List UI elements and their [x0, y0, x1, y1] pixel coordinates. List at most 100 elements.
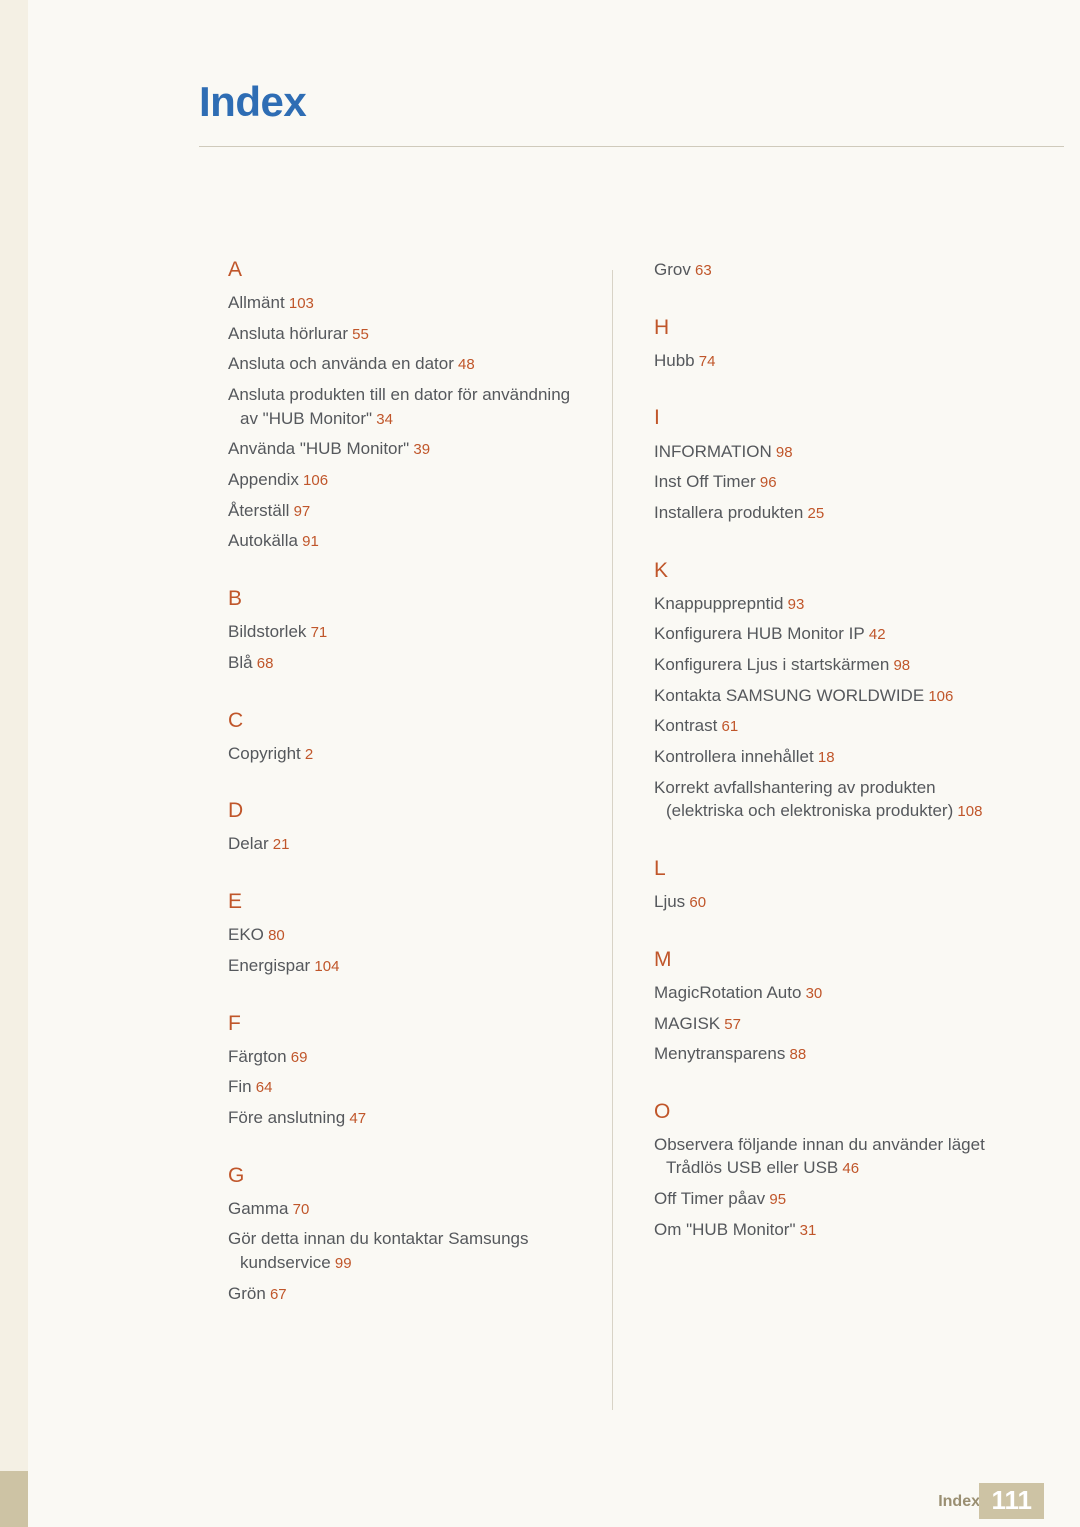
index-entry[interactable]: Om "HUB Monitor" 31 [654, 1218, 1054, 1242]
index-entry-page: 71 [306, 624, 328, 642]
index-entry-page: 69 [286, 1048, 308, 1066]
index-letter-heading: I [654, 406, 660, 430]
index-entry[interactable]: Använda "HUB Monitor" 39 [228, 437, 598, 461]
index-entry-text: EKO [228, 925, 264, 945]
index-entry-text: Hubb [654, 350, 695, 370]
index-entry[interactable]: Före anslutning 47 [228, 1106, 598, 1130]
index-entry-page: 67 [265, 1285, 287, 1303]
index-entry-page: 93 [783, 595, 805, 613]
index-entry[interactable]: Copyright 2 [228, 742, 598, 766]
index-entry-text: Färgton [228, 1046, 287, 1066]
index-entry-text: Observera följande innan du använder läg… [654, 1135, 985, 1155]
index-entry[interactable]: Ansluta och använda en dator 48 [228, 352, 598, 376]
index-entry[interactable]: Observera följande innan du använder läg… [654, 1133, 1054, 1180]
page-footer: Index 111 [0, 1471, 1080, 1527]
index-entry[interactable]: Gör detta innan du kontaktar Samsungs kun… [228, 1227, 598, 1274]
index-entry-text-continued: kundservice 99 [240, 1252, 352, 1272]
index-entry[interactable]: Appendix 106 [228, 468, 598, 492]
index-entry[interactable]: Kontakta SAMSUNG WORLDWIDE 106 [654, 684, 1054, 708]
index-entry-text: Konfigurera Ljus i startskärmen [654, 655, 890, 675]
index-entry[interactable]: Färgton 69 [228, 1045, 598, 1069]
index-entry[interactable]: Grov 63 [654, 258, 1054, 282]
index-letter-heading: O [654, 1099, 671, 1123]
index-entry[interactable]: Autokälla 91 [228, 529, 598, 553]
index-entry[interactable]: Installera produkten 25 [654, 501, 1054, 525]
index-entry-page: 80 [263, 927, 285, 945]
index-entry[interactable]: MagicRotation Auto 30 [654, 981, 1054, 1005]
index-entry[interactable]: Konfigurera HUB Monitor IP 42 [654, 622, 1054, 646]
index-entry-page: 2 [300, 745, 314, 763]
index-entry-text: Korrekt avfallshantering av produkten [654, 777, 936, 797]
index-entry[interactable]: Fin 64 [228, 1075, 598, 1099]
index-entry-text: Gör detta innan du kontaktar Samsungs [228, 1229, 529, 1249]
index-entry[interactable]: Ljus 60 [654, 890, 1054, 914]
index-entry[interactable]: Återställ 97 [228, 499, 598, 523]
index-entry[interactable]: Ansluta produkten till en dator för anvä… [228, 383, 598, 430]
index-entry-text: Ansluta hörlurar [228, 323, 349, 343]
index-entry-text: Före anslutning [228, 1108, 346, 1128]
index-entry[interactable]: Menytransparens 88 [654, 1042, 1054, 1066]
index-letter-heading: B [228, 587, 243, 611]
index-letter-heading: F [228, 1011, 241, 1035]
index-entry[interactable]: Knappupprepntid 93 [654, 592, 1054, 616]
index-entry[interactable]: Bildstorlek 71 [228, 620, 598, 644]
index-entry[interactable]: Grön 67 [228, 1282, 598, 1306]
index-entry[interactable]: Allmänt 103 [228, 291, 598, 315]
index-entry[interactable]: Hubb 74 [654, 349, 1054, 373]
index-entry-page: 64 [251, 1079, 273, 1097]
index-letter-heading: D [228, 799, 244, 823]
index-entry-page: 95 [765, 1191, 787, 1209]
index-entry-page: 55 [348, 325, 369, 343]
index-column-right: Grov 63 H Hubb 74 I INFORMATION 98 Inst Off T… [654, 258, 1054, 1249]
index-entry-page: 68 [252, 654, 274, 672]
index-entry-text: Copyright [228, 743, 301, 763]
index-entry-text: Ljus [654, 892, 686, 912]
index-entry[interactable]: Kontrollera innehållet 18 [654, 745, 1054, 769]
index-entry[interactable]: Inst Off Timer 96 [654, 470, 1054, 494]
index-entry-text: Ansluta och använda en dator [228, 354, 454, 374]
index-entry[interactable]: EKO 80 [228, 923, 598, 947]
index-letter-heading: C [228, 708, 244, 732]
index-entry-text: Installera produkten [654, 502, 804, 522]
index-entry[interactable]: Energispar 104 [228, 954, 598, 978]
index-entry[interactable]: Korrekt avfallshantering av produkten (el… [654, 776, 1054, 823]
index-entry-page: 91 [297, 533, 319, 551]
index-entry-page: 42 [864, 626, 886, 644]
index-entry[interactable]: Konfigurera Ljus i startskärmen 98 [654, 653, 1054, 677]
index-entry[interactable]: Off Timer påav 95 [654, 1187, 1054, 1211]
footer-left-strip [0, 1471, 28, 1527]
index-entry-page: 99 [330, 1254, 352, 1272]
index-entry-text: Grön [228, 1283, 266, 1303]
index-entry-text: Gamma [228, 1198, 289, 1218]
footer-page-number: 111 [979, 1483, 1044, 1519]
index-entry-page: 98 [771, 443, 793, 461]
index-entry-page: 25 [803, 504, 825, 522]
index-entry-page: 18 [813, 749, 835, 767]
index-entry[interactable]: Gamma 70 [228, 1197, 598, 1221]
index-entry-text: INFORMATION [654, 441, 772, 461]
index-entry-page: 96 [755, 474, 777, 492]
index-entry-text: Grov [654, 260, 691, 279]
index-letter-heading: M [654, 947, 672, 971]
index-column-left: A Allmänt 103 Ansluta hörlurar 55 Ansluta o… [228, 258, 598, 1312]
index-entry-page: 21 [268, 836, 290, 854]
index-page: Index A Allmänt 103 Ansluta hörlurar 55 Ans… [0, 0, 1080, 1527]
index-entry-text: Inst Off Timer [654, 472, 756, 492]
index-entry-text: Bildstorlek [228, 622, 307, 642]
index-entry-text: Kontrast [654, 716, 718, 736]
index-entry[interactable]: Delar 21 [228, 832, 598, 856]
index-entry[interactable]: Ansluta hörlurar 55 [228, 322, 598, 346]
index-entry[interactable]: MAGISK 57 [654, 1012, 1054, 1036]
index-entry-text: Ansluta produkten till en dator för anvä… [228, 385, 571, 405]
index-entry[interactable]: Blå 68 [228, 651, 598, 675]
index-entry-text: Allmänt [228, 293, 285, 313]
index-entry-page: 60 [685, 894, 707, 912]
index-entry[interactable]: Kontrast 61 [654, 714, 1054, 738]
index-entry[interactable]: INFORMATION 98 [654, 440, 1054, 464]
index-entry-page: 61 [717, 718, 739, 736]
index-entry-page: 88 [785, 1046, 807, 1064]
index-entry-text: Om "HUB Monitor" [654, 1219, 796, 1239]
index-entry-text: MagicRotation Auto [654, 982, 802, 1002]
index-entry-text: MAGISK [654, 1013, 721, 1033]
index-entry-page: 106 [924, 687, 954, 705]
